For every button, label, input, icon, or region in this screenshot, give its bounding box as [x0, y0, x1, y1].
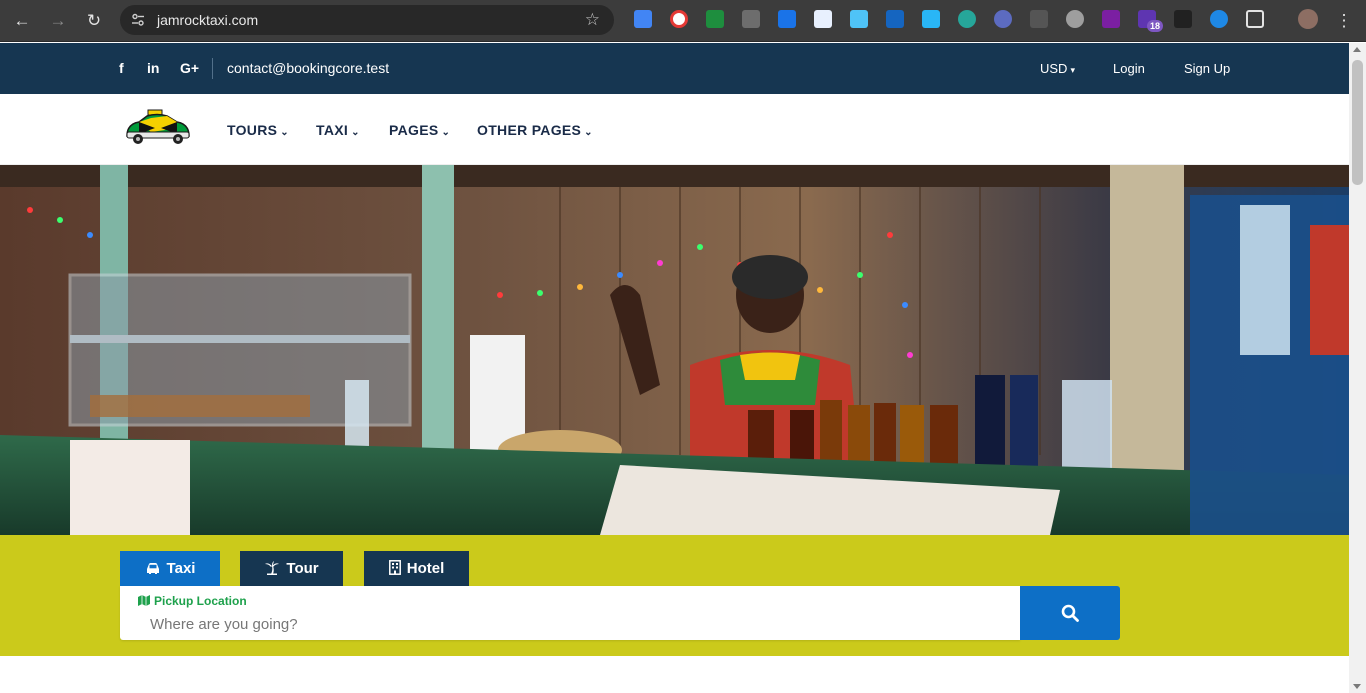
pickup-location-label-text: Pickup Location [154, 594, 247, 608]
extensions-puzzle-icon[interactable] [1246, 10, 1264, 28]
contact-email-link[interactable]: contact@bookingcore.test [227, 60, 389, 76]
download-extension-icon[interactable] [778, 10, 796, 28]
scrollbar-thumb[interactable] [1352, 60, 1363, 185]
docs-extension-icon[interactable] [814, 10, 832, 28]
fi-extension-icon[interactable] [922, 10, 940, 28]
car-icon [146, 563, 159, 574]
google-plus-icon[interactable]: G+ [180, 60, 199, 76]
mail-extension-icon[interactable] [706, 10, 724, 28]
hat-extension-icon[interactable] [1030, 10, 1048, 28]
top-bar: f in G+ contact@bookingcore.test USD ▾ Lo… [0, 43, 1349, 94]
chevron-down-icon: ⌄ [584, 127, 593, 138]
nav-item-other-pages[interactable]: OTHER PAGES ⌄ [477, 122, 593, 138]
chevron-down-icon: ⌄ [351, 127, 360, 138]
tab-taxi-label: Taxi [166, 560, 196, 577]
pickup-location-input[interactable] [150, 613, 990, 635]
reload-icon[interactable]: ↻ [81, 8, 107, 34]
browser-menu-icon[interactable]: ⋮ [1331, 8, 1357, 34]
nav-pages-label: PAGES [389, 122, 439, 138]
browser-toolbar: ← → ↻ jamrocktaxi.com ☆ 18 ⋮ [0, 0, 1366, 42]
profile-avatar[interactable] [1298, 9, 1318, 29]
map-icon [138, 595, 150, 606]
pickup-location-label: Pickup Location [138, 594, 247, 608]
bookmark-star-icon[interactable]: ☆ [585, 10, 600, 30]
raccoon-extension-icon[interactable] [1066, 10, 1084, 28]
building-icon [388, 560, 401, 575]
tab-hotel[interactable]: Hotel [364, 551, 469, 586]
main-navigation: TOURS ⌄ TAXI ⌄ PAGES ⌄ OTHER PAGES ⌄ [0, 94, 1349, 165]
tab-tour[interactable]: Tour [240, 551, 343, 586]
nav-item-tours[interactable]: TOURS ⌄ [227, 122, 289, 138]
tab-hotel-label: Hotel [406, 560, 445, 577]
nav-item-pages[interactable]: PAGES ⌄ [389, 122, 450, 138]
pickup-location-field: Pickup Location [120, 586, 1020, 640]
chevron-down-icon: ⌄ [280, 127, 289, 138]
chevron-down-icon: ▾ [1070, 65, 1075, 75]
tab-tour-label: Tour [286, 560, 319, 577]
scroll-up-arrow-icon[interactable] [1353, 47, 1361, 52]
web-page: f in G+ contact@bookingcore.test USD ▾ Lo… [0, 43, 1349, 693]
nav-tours-label: TOURS [227, 122, 278, 138]
scroll-down-arrow-icon[interactable] [1353, 684, 1361, 689]
palm-tree-icon [265, 561, 280, 575]
purple-extension-icon[interactable] [1102, 10, 1120, 28]
search-section: Taxi Tour Hotel Pickup Location [0, 535, 1349, 656]
hero-image [0, 165, 1349, 535]
chevron-down-icon: ⌄ [441, 127, 451, 138]
site-settings-icon[interactable] [130, 12, 146, 28]
nav-other-pages-label: OTHER PAGES [477, 122, 582, 138]
page-scrollbar[interactable] [1349, 43, 1366, 693]
green-extension-icon[interactable] [958, 10, 976, 28]
translate-extension-icon[interactable] [634, 10, 652, 28]
signup-link[interactable]: Sign Up [1184, 61, 1230, 76]
address-bar[interactable]: jamrocktaxi.com ☆ [120, 5, 614, 35]
currency-dropdown[interactable]: USD ▾ [1040, 61, 1075, 76]
forward-icon[interactable]: → [45, 8, 71, 34]
topbar-divider [212, 58, 213, 79]
back-icon[interactable]: ← [9, 8, 35, 34]
search-icon [1061, 604, 1079, 622]
pen-extension-icon[interactable] [742, 10, 760, 28]
nav-taxi-label: TAXI [316, 122, 349, 138]
search-button[interactable] [1020, 586, 1120, 640]
facebook-icon[interactable]: f [119, 60, 124, 76]
extension-badge: 18 [1147, 20, 1164, 32]
linkedin-icon[interactable]: in [147, 60, 159, 76]
share-extension-icon[interactable] [994, 10, 1012, 28]
currency-label: USD [1040, 61, 1068, 76]
url-text[interactable]: jamrocktaxi.com [157, 12, 258, 28]
blue-circle-extension-icon[interactable] [1210, 10, 1228, 28]
nav-item-taxi[interactable]: TAXI ⌄ [316, 122, 360, 138]
tab-taxi[interactable]: Taxi [120, 551, 220, 586]
font-extension-icon[interactable] [1174, 10, 1192, 28]
taxi-logo[interactable] [121, 108, 193, 148]
grammar-extension-icon[interactable] [670, 10, 688, 28]
blue-extension-icon[interactable] [886, 10, 904, 28]
login-link[interactable]: Login [1113, 61, 1145, 76]
file-extension-icon[interactable] [850, 10, 868, 28]
